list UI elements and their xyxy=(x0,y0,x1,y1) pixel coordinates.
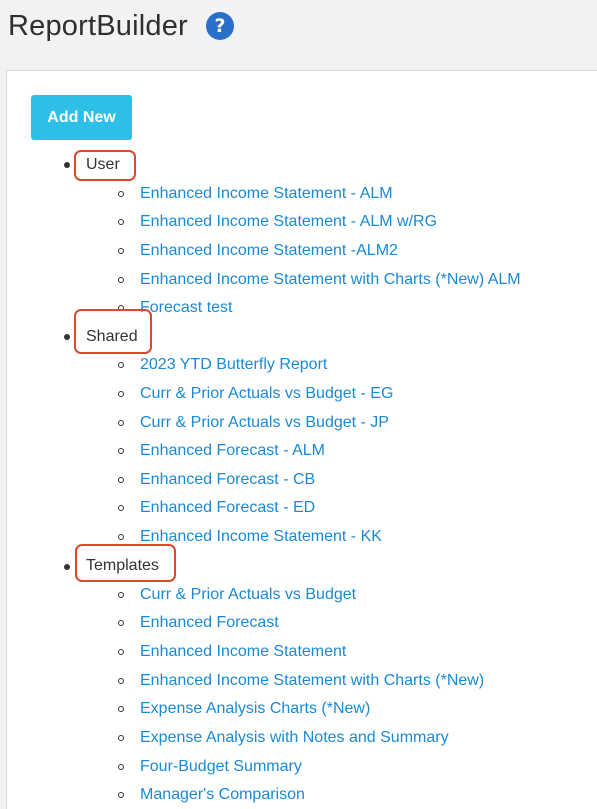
list-item[interactable]: Expense Analysis Charts (*New) xyxy=(118,698,370,720)
group-label-user: User xyxy=(86,156,120,173)
list-bullet-icon xyxy=(118,620,124,626)
list-bullet-icon xyxy=(118,277,124,283)
report-link[interactable]: Expense Analysis Charts (*New) xyxy=(140,699,370,719)
list-bullet-icon xyxy=(118,735,124,741)
group-bullet xyxy=(64,162,70,168)
list-item[interactable]: Expense Analysis with Notes and Summary xyxy=(118,727,449,749)
report-link[interactable]: Enhanced Income Statement - ALM xyxy=(140,184,393,204)
list-bullet-icon xyxy=(118,505,124,511)
list-bullet-icon xyxy=(118,534,124,540)
group-label-shared: Shared xyxy=(86,328,138,345)
list-bullet-icon xyxy=(118,649,124,655)
add-new-button[interactable]: Add New xyxy=(31,95,132,140)
list-item[interactable]: Enhanced Forecast - ALM xyxy=(118,440,325,462)
list-item[interactable]: Curr & Prior Actuals vs Budget - JP xyxy=(118,412,389,434)
report-link[interactable]: Enhanced Forecast - ALM xyxy=(140,441,325,461)
list-item[interactable]: 2023 YTD Butterfly Report xyxy=(118,354,327,376)
page-header: ReportBuilder ? xyxy=(0,0,597,68)
list-bullet-icon xyxy=(118,477,124,483)
report-link[interactable]: Enhanced Income Statement - ALM w/RG xyxy=(140,212,437,232)
list-bullet-icon xyxy=(118,764,124,770)
report-link[interactable]: Enhanced Income Statement -ALM2 xyxy=(140,241,398,261)
report-link[interactable]: Curr & Prior Actuals vs Budget - EG xyxy=(140,384,393,404)
report-link[interactable]: Enhanced Forecast - ED xyxy=(140,498,315,518)
list-item[interactable]: Enhanced Income Statement - ALM w/RG xyxy=(118,211,437,233)
list-item[interactable]: Enhanced Forecast - ED xyxy=(118,497,315,519)
report-link[interactable]: Curr & Prior Actuals vs Budget xyxy=(140,585,356,605)
help-icon[interactable]: ? xyxy=(206,12,234,40)
list-item[interactable]: Four-Budget Summary xyxy=(118,756,302,778)
list-item[interactable]: Curr & Prior Actuals vs Budget - EG xyxy=(118,383,393,405)
report-link[interactable]: Manager's Comparison xyxy=(140,785,305,805)
group-bullet xyxy=(64,334,70,340)
list-bullet-icon xyxy=(118,448,124,454)
page-title: ReportBuilder xyxy=(8,10,188,42)
report-link[interactable]: Expense Analysis with Notes and Summary xyxy=(140,728,449,748)
list-bullet-icon xyxy=(118,191,124,197)
report-link[interactable]: Enhanced Income Statement - KK xyxy=(140,527,382,547)
list-bullet-icon xyxy=(118,248,124,254)
list-item[interactable]: Enhanced Income Statement - ALM xyxy=(118,183,393,205)
report-link[interactable]: Enhanced Income Statement with Charts (*… xyxy=(140,671,484,691)
report-link[interactable]: Enhanced Income Statement xyxy=(140,642,346,662)
list-bullet-icon xyxy=(118,792,124,798)
report-link[interactable]: Enhanced Forecast - CB xyxy=(140,470,315,490)
list-item[interactable]: Curr & Prior Actuals vs Budget xyxy=(118,584,356,606)
list-bullet-icon xyxy=(118,420,124,426)
list-item[interactable]: Enhanced Income Statement with Charts (*… xyxy=(118,670,484,692)
list-item[interactable]: Enhanced Forecast xyxy=(118,612,279,634)
report-builder-page: ReportBuilder ? Add New User Enhanced In… xyxy=(0,0,597,809)
report-link[interactable]: Four-Budget Summary xyxy=(140,757,302,777)
report-link[interactable]: Forecast test xyxy=(140,298,232,318)
report-link[interactable]: Enhanced Income Statement with Charts (*… xyxy=(140,270,521,290)
list-item[interactable]: Enhanced Forecast - CB xyxy=(118,469,315,491)
list-bullet-icon xyxy=(118,592,124,598)
list-bullet-icon xyxy=(118,391,124,397)
report-link[interactable]: 2023 YTD Butterfly Report xyxy=(140,355,327,375)
list-bullet-icon xyxy=(118,219,124,225)
list-item[interactable]: Enhanced Income Statement xyxy=(118,641,346,663)
group-bullet xyxy=(64,564,70,570)
report-link[interactable]: Enhanced Forecast xyxy=(140,613,279,633)
group-label-templates: Templates xyxy=(86,557,159,574)
list-bullet-icon xyxy=(118,678,124,684)
report-link[interactable]: Curr & Prior Actuals vs Budget - JP xyxy=(140,413,389,433)
list-item[interactable]: Enhanced Income Statement with Charts (*… xyxy=(118,269,521,291)
list-item[interactable]: Manager's Comparison xyxy=(118,784,305,806)
list-bullet-icon xyxy=(118,706,124,712)
list-item[interactable]: Enhanced Income Statement -ALM2 xyxy=(118,240,398,262)
list-bullet-icon xyxy=(118,362,124,368)
